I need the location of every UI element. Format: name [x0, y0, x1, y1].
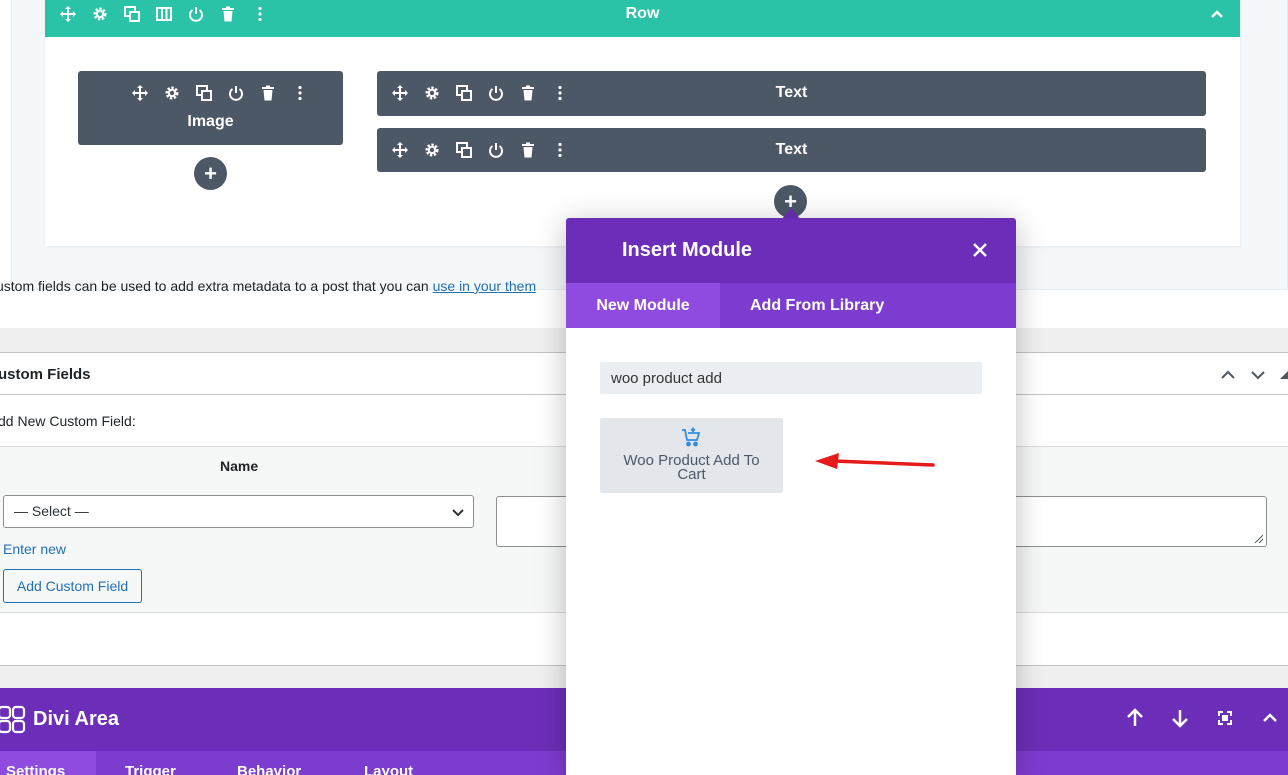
divi-area-logo-icon [0, 704, 26, 734]
modal-title: Insert Module [622, 239, 753, 261]
close-icon[interactable] [970, 240, 990, 260]
move-icon[interactable] [131, 84, 149, 102]
add-new-custom-field-label: dd New Custom Field: [0, 413, 136, 429]
duplicate-icon[interactable] [195, 84, 213, 102]
add-module-button[interactable]: + [194, 157, 227, 190]
resize-handle-icon[interactable] [1253, 533, 1263, 543]
tab-add-from-library[interactable]: Add From Library [750, 283, 884, 328]
gear-icon[interactable] [163, 84, 181, 102]
name-column-header: Name [220, 458, 259, 474]
fullscreen-icon[interactable] [1215, 708, 1235, 728]
custom-fields-title: ustom Fields [0, 366, 91, 383]
insert-module-modal: Insert Module New Module Add From Librar… [566, 218, 1016, 775]
row-title: Row [625, 5, 660, 22]
arrow-down-icon[interactable] [1170, 708, 1190, 728]
panel-controls [1125, 708, 1280, 728]
module-label: Text [775, 141, 808, 158]
module-result-woo-product-add-to-cart[interactable]: Woo Product Add To Cart [600, 418, 783, 493]
modal-tabs: New Module Add From Library [566, 283, 1016, 328]
image-module[interactable]: Image [78, 71, 343, 145]
text-module[interactable]: Text [377, 128, 1206, 172]
module-result-label: Woo Product Add To Cart [623, 452, 760, 483]
module-label: Text [775, 84, 808, 101]
module-label: Image [187, 113, 234, 130]
use-in-theme-link[interactable]: use in your them [433, 278, 537, 294]
power-icon[interactable] [227, 84, 245, 102]
add-custom-field-button[interactable]: Add Custom Field [3, 569, 142, 603]
more-icon[interactable] [291, 84, 309, 102]
row-header[interactable]: Row [45, 0, 1240, 37]
tab-trigger[interactable]: Trigger [125, 763, 176, 775]
modal-header: Insert Module [566, 218, 1016, 283]
text-module[interactable]: Text [377, 71, 1206, 116]
chevron-down-icon[interactable] [1248, 365, 1268, 385]
tab-layout[interactable]: Layout [364, 763, 413, 775]
chevron-up-icon[interactable] [1218, 365, 1238, 385]
enter-new-link[interactable]: Enter new [3, 541, 66, 557]
arrow-up-icon[interactable] [1125, 708, 1145, 728]
module-toolbar [131, 84, 309, 102]
divi-area-title: Divi Area [33, 708, 119, 730]
note-text: ustom fields can be used to add extra me… [0, 278, 433, 294]
custom-field-select[interactable]: — Select — [3, 495, 474, 528]
chevron-down-icon [451, 505, 465, 519]
tab-behavior[interactable]: Behavior [237, 763, 301, 775]
tab-settings[interactable]: Settings [6, 763, 65, 775]
cart-plus-icon [681, 427, 701, 447]
module-search-input[interactable] [600, 362, 982, 394]
tab-new-module[interactable]: New Module [566, 283, 720, 328]
chevron-up-icon[interactable] [1260, 708, 1280, 728]
panel-controls [1218, 365, 1288, 385]
trash-icon[interactable] [259, 84, 277, 102]
chevron-up-icon[interactable] [1208, 5, 1226, 23]
annotation-arrow-icon [815, 453, 935, 469]
custom-fields-note: ustom fields can be used to add extra me… [0, 278, 536, 294]
caret-up-icon[interactable] [1278, 365, 1288, 385]
select-value: — Select — [14, 503, 89, 519]
